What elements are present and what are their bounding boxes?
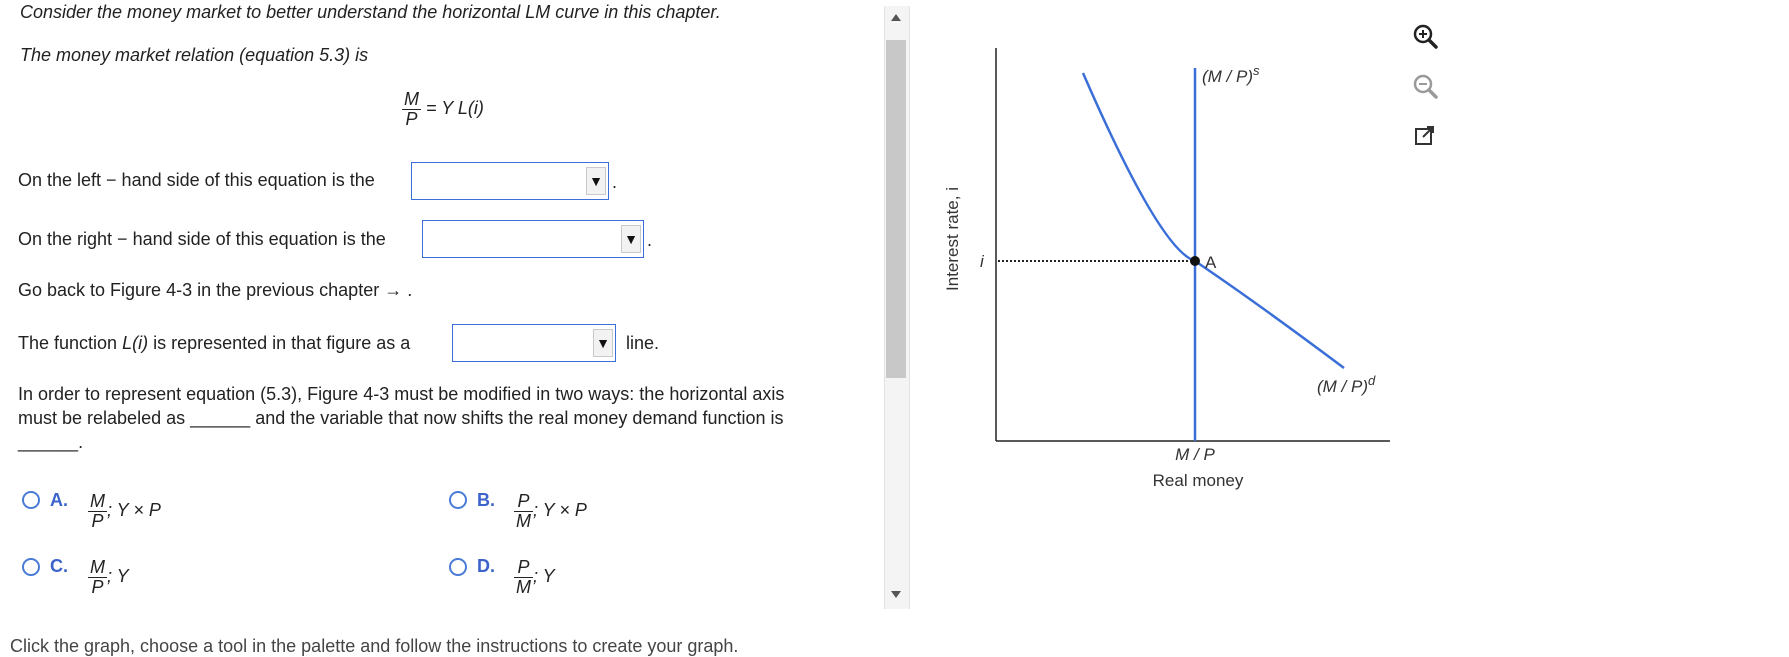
option-c-radio[interactable] xyxy=(22,558,40,576)
option-a[interactable]: M P; Y × P xyxy=(88,492,161,531)
money-market-graph[interactable]: A i (M / P)s (M / P)d M / P Real money I… xyxy=(930,30,1410,510)
lhs-dropdown[interactable]: ▼ xyxy=(411,162,609,200)
func-dropdown[interactable]: ▼ xyxy=(452,324,616,362)
point-label: A xyxy=(1205,253,1217,272)
supply-label: (M / P)s xyxy=(1202,63,1260,86)
option-b[interactable]: P M; Y × P xyxy=(514,492,587,531)
func-suffix: line. xyxy=(626,333,660,353)
footer-instruction: Click the graph, choose a tool in the pa… xyxy=(10,636,739,656)
y-axis-label: Interest rate, i xyxy=(943,187,962,291)
rhs-prompt: On the right − hand side of this equatio… xyxy=(18,229,386,249)
i-label: i xyxy=(980,252,985,271)
x-tick-label: M / P xyxy=(1175,445,1215,464)
option-d-letter: D. xyxy=(477,556,495,576)
chevron-down-icon: ▼ xyxy=(621,225,641,253)
x-axis-label: Real money xyxy=(1153,471,1244,490)
order-line3: ______. xyxy=(18,432,84,452)
equation-rhs: = Y L(i) xyxy=(426,98,484,119)
zoom-in-icon[interactable] xyxy=(1407,18,1443,54)
option-c-letter: C. xyxy=(50,556,68,576)
relation-text: The money market relation (equation 5.3)… xyxy=(20,45,369,65)
func-prompt: The function L(i) is represented in that… xyxy=(18,333,411,353)
equation: M P = Y L(i) xyxy=(402,90,484,129)
goback-text: Go back to Figure 4-3 in the previous ch… xyxy=(18,280,413,300)
option-a-letter: A. xyxy=(50,490,68,510)
zoom-out-icon[interactable] xyxy=(1407,68,1443,104)
money-demand-curve[interactable] xyxy=(1081,72,1345,370)
lhs-prompt: On the left − hand side of this equation… xyxy=(18,170,375,190)
rhs-dropdown[interactable]: ▼ xyxy=(422,220,644,258)
equilibrium-point[interactable] xyxy=(1190,256,1200,266)
option-d-radio[interactable] xyxy=(449,558,467,576)
order-line2: must be relabeled as ______ and the vari… xyxy=(18,408,784,428)
option-a-radio[interactable] xyxy=(22,491,40,509)
option-b-radio[interactable] xyxy=(449,491,467,509)
demand-label: (M / P)d xyxy=(1317,373,1376,396)
option-b-letter: B. xyxy=(477,490,495,510)
question-intro: Consider the money market to better unde… xyxy=(20,2,721,22)
scroll-up-icon[interactable] xyxy=(891,14,901,21)
rhs-suffix: . xyxy=(647,230,653,250)
option-c[interactable]: M P; Y xyxy=(88,558,129,597)
chevron-down-icon: ▼ xyxy=(586,167,606,195)
scrollbar-thumb[interactable] xyxy=(886,40,906,378)
equation-fraction: M P xyxy=(402,89,421,129)
scroll-down-icon[interactable] xyxy=(891,591,901,598)
popout-icon[interactable] xyxy=(1407,118,1443,154)
lhs-suffix: . xyxy=(612,172,618,192)
order-line1: In order to represent equation (5.3), Fi… xyxy=(18,384,785,404)
option-d[interactable]: P M; Y xyxy=(514,558,555,597)
chevron-down-icon: ▼ xyxy=(593,329,613,357)
